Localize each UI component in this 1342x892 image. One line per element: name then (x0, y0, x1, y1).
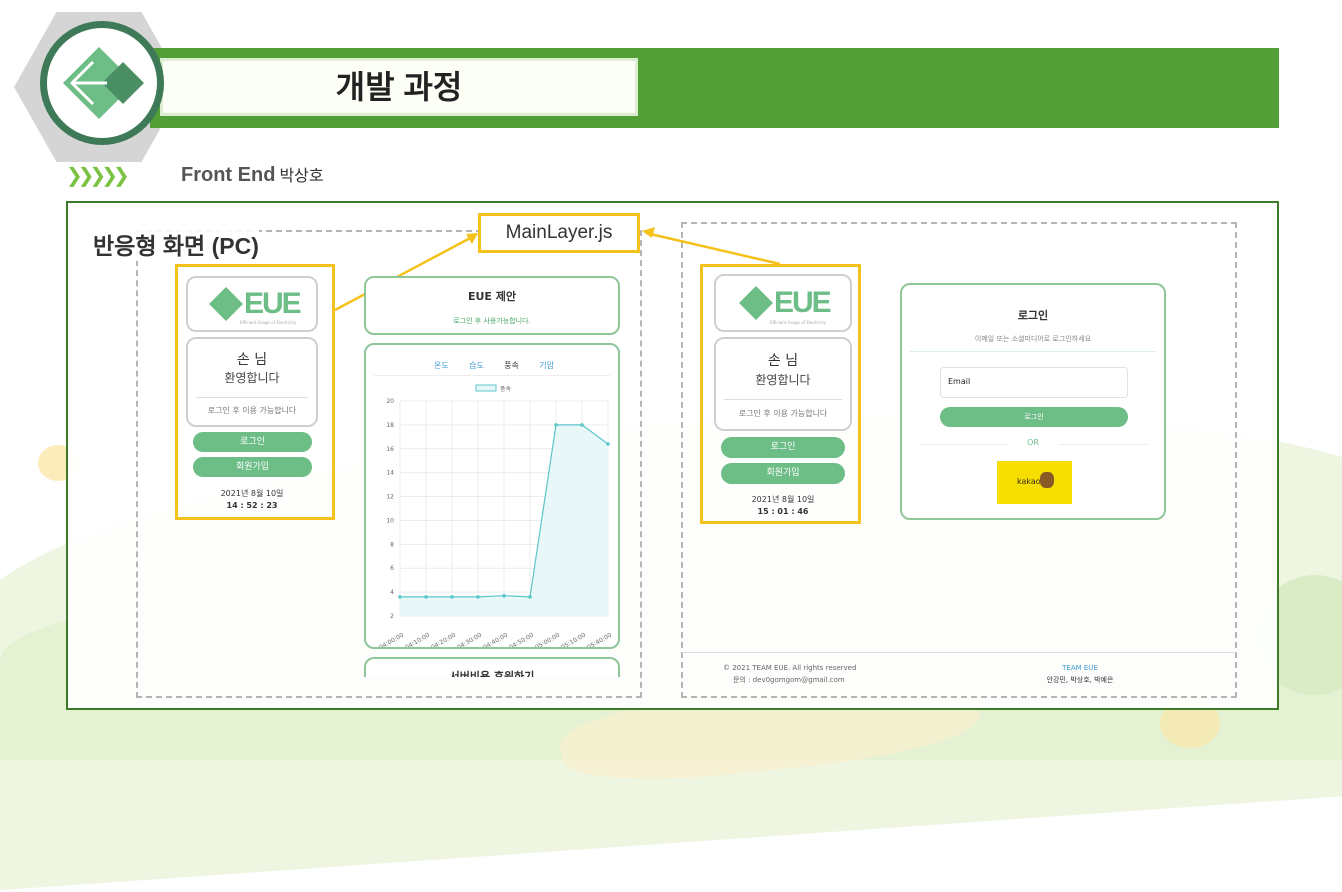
greeting-welcome: 환영합니다 (224, 371, 280, 385)
greeting-card: 손 님 환영합니다 로그인 후 이용 가능합니다 (186, 337, 318, 427)
login-button[interactable]: 로그인 (721, 437, 845, 458)
x-tick-label: 04:30:00 (456, 632, 483, 647)
eue-logo-subtitle: Efficient Usage of Electricity (770, 320, 827, 325)
tab-wind-speed[interactable]: 풍속 (504, 360, 519, 371)
login-submit-button[interactable]: 로그인 (940, 407, 1128, 427)
data-point (502, 593, 506, 598)
greeting-name: 손 님 (236, 352, 268, 368)
kakao-label: kakao (1017, 477, 1041, 486)
sponsor-card: 서버비용 후원하기 (364, 657, 620, 677)
x-tick-label: 05:40:00 (586, 632, 613, 647)
data-point (580, 423, 584, 427)
y-tick-label: 4 (390, 589, 394, 596)
x-tick-label: 04:40:00 (482, 632, 509, 647)
x-tick-label: 04:00:00 (378, 632, 405, 647)
logo-card[interactable]: EUE Efficient Usage of Electricity (714, 274, 852, 332)
y-tick-label: 6 (390, 565, 394, 572)
y-tick-label: 14 (386, 470, 394, 477)
y-tick-label: 16 (386, 446, 394, 453)
greeting-card: 손 님 환영합니다 로그인 후 이용 가능합니다 (714, 337, 852, 431)
legend-label: 풍속 (500, 385, 512, 393)
kakao-login-button[interactable]: kakao (997, 461, 1072, 504)
eue-logo-icon (739, 286, 773, 320)
tab-temperature[interactable]: 온도 (434, 360, 449, 371)
login-hint: 로그인 후 이용 가능합니다 (738, 409, 828, 418)
tab-divider (374, 375, 610, 376)
eue-logo-text: EUE (244, 287, 302, 320)
data-point (424, 595, 428, 599)
clock-text: 14 : 52 : 23 (226, 501, 278, 510)
data-point (450, 595, 454, 599)
wind-speed-chart: 2 4 6 8 10 12 14 16 18 20 04:00:00 04:10:00 04:20:00… (378, 384, 613, 647)
date-text: 2021년 8월 10일 (751, 495, 815, 504)
x-tick-label: 05:00:00 (534, 632, 561, 647)
divider (724, 399, 842, 400)
data-point (528, 595, 532, 599)
y-tick-label: 20 (386, 398, 394, 405)
greeting-welcome: 환영합니다 (755, 373, 811, 387)
eue-logo-subtitle: Efficient Usage of Electricity (240, 320, 297, 325)
x-tick-label: 04:20:00 (430, 632, 457, 647)
footer-contact[interactable]: 문의 : dev0gomgom@gmail.com (733, 675, 845, 685)
or-separator: OR (1008, 438, 1058, 447)
y-tick-label: 10 (386, 517, 394, 524)
login-card: 로그인 이메일 또는 소셜미디어로 로그인하세요 Email 로그인 OR ka… (900, 283, 1166, 520)
signup-button[interactable]: 회원가입 (193, 457, 312, 477)
x-tick-label: 05:10:00 (560, 632, 587, 647)
sponsor-title: 서버비용 후원하기 (449, 670, 535, 677)
data-point (476, 595, 480, 599)
logo-card[interactable]: EUE Efficient Usage of Electricity (186, 276, 318, 332)
file-label: MainLayer.js (478, 213, 640, 253)
login-subtitle: 이메일 또는 소셜미디어로 로그인하세요 (974, 335, 1092, 343)
eue-logo-icon (209, 287, 243, 321)
signup-button[interactable]: 회원가입 (721, 463, 845, 484)
chart-card: 온도 습도 풍속 기압 2 4 6 8 10 12 14 16 18 20 04:00:00 04:1… (364, 343, 620, 649)
data-point (554, 423, 558, 427)
email-field[interactable]: Email (940, 367, 1128, 398)
data-point (398, 595, 402, 599)
footer-divider (682, 652, 1236, 653)
suggestion-title: EUE 제안 (467, 290, 517, 303)
y-tick-label: 12 (386, 494, 394, 501)
suggestion-card: EUE 제안 로그인 후 사용가능합니다. (364, 276, 620, 335)
divider (910, 351, 1156, 352)
legend-swatch (475, 384, 497, 392)
eue-logo-text: EUE (774, 286, 832, 319)
tab-humidity[interactable]: 습도 (469, 360, 484, 371)
login-button[interactable]: 로그인 (193, 432, 312, 452)
y-tick-label: 2 (390, 613, 394, 620)
data-point (606, 442, 610, 446)
chart-tabs: 온도 습도 풍속 기압 (434, 360, 554, 371)
login-title: 로그인 (1017, 309, 1049, 322)
kakao-character-icon (1040, 472, 1054, 488)
footer-team-members: 안강민, 박상호, 박예은 (1046, 676, 1114, 684)
tab-pressure[interactable]: 기압 (539, 360, 554, 371)
greeting-name: 손 님 (767, 353, 799, 369)
clock-text: 15 : 01 : 46 (757, 507, 809, 516)
divider (196, 397, 308, 398)
date-text: 2021년 8월 10일 (220, 489, 284, 498)
login-hint: 로그인 후 이용 가능합니다 (207, 406, 297, 415)
x-tick-label: 04:50:00 (508, 632, 535, 647)
x-tick-label: 04:10:00 (404, 632, 431, 647)
suggestion-text: 로그인 후 사용가능합니다. (453, 317, 531, 325)
footer-team-title: TEAM EUE (1062, 664, 1098, 672)
y-tick-label: 8 (390, 541, 394, 548)
footer-copyright: © 2021 TEAM EUE. All rights reserved (723, 664, 857, 672)
y-tick-label: 18 (386, 422, 394, 429)
